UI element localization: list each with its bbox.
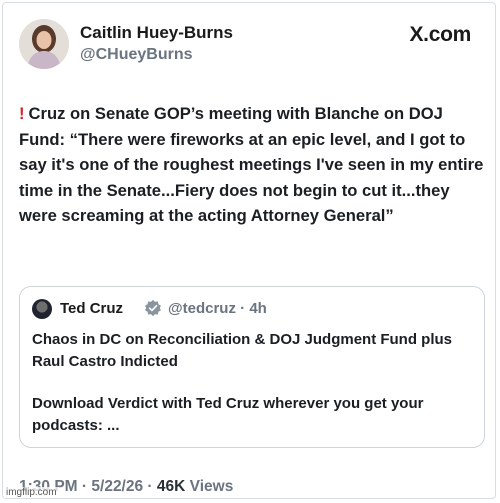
author-handle[interactable]: @CHueyBurns <box>80 46 193 64</box>
author-name[interactable]: Caitlin Huey-Burns <box>80 23 233 43</box>
verified-badge-icon <box>145 299 161 317</box>
footer-separator: · <box>147 478 153 495</box>
tweet-body: ! Cruz on Senate GOP’s meeting with Blanc… <box>19 101 491 229</box>
quoted-text-2: Download Verdict with Ted Cruz wherever … <box>32 395 424 434</box>
imgflip-watermark: imgflip.com <box>4 487 59 498</box>
views-label: Views <box>189 478 234 495</box>
avatar-image <box>19 19 69 69</box>
footer-separator: · <box>81 478 88 495</box>
tweet-date[interactable]: 5/22/26 <box>91 478 143 495</box>
tweet-card: Caitlin Huey-Burns @CHueyBurns X.com ! Cr… <box>2 2 496 499</box>
quoted-author-avatar[interactable] <box>32 299 52 319</box>
meta-separator: · <box>240 300 246 317</box>
quoted-author-handle[interactable]: @tedcruz <box>168 300 236 317</box>
quoted-meta: @tedcruz · 4h <box>168 300 267 317</box>
author-avatar[interactable] <box>19 19 69 69</box>
exclamation-icon: ! <box>19 104 25 123</box>
views-count: 46K <box>156 478 186 495</box>
x-brand-label: X.com <box>409 23 471 46</box>
quoted-author-name[interactable]: Ted Cruz <box>60 300 123 317</box>
quoted-age: 4h <box>249 300 267 317</box>
quoted-tweet[interactable]: Ted Cruz @tedcruz · 4h Chaos in DC on Re… <box>19 286 485 448</box>
quoted-text-1: Chaos in DC on Reconciliation & DOJ Judg… <box>32 331 453 370</box>
quoted-body: Chaos in DC on Reconciliation & DOJ Judg… <box>32 329 472 436</box>
tweet-text: Cruz on Senate GOP’s meeting with Blanch… <box>19 104 484 225</box>
